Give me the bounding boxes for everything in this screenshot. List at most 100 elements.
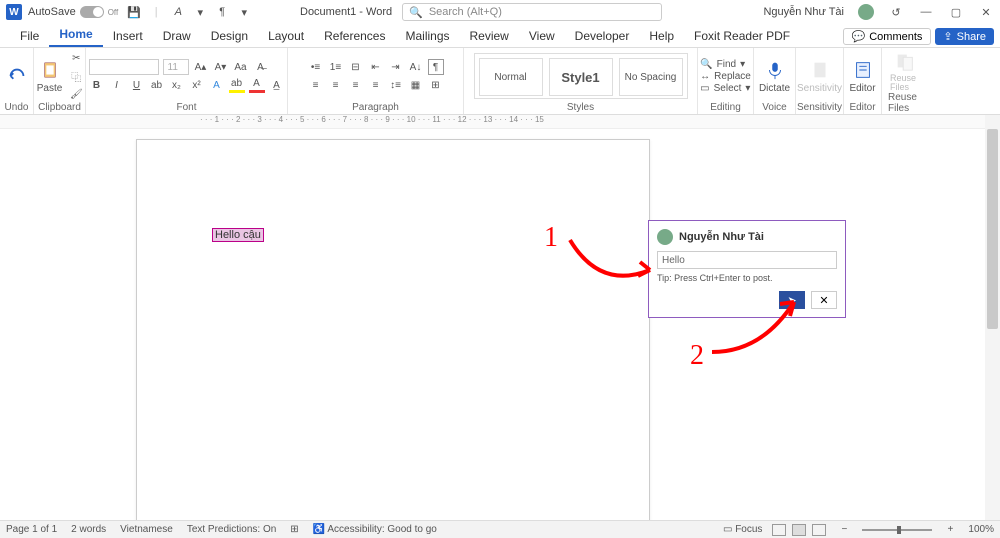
style-normal[interactable]: Normal (479, 58, 543, 96)
tab-file[interactable]: File (10, 25, 49, 47)
zoom-in-icon[interactable]: + (942, 522, 958, 538)
text-effects-icon[interactable]: A (209, 77, 225, 93)
highlighted-text[interactable]: Hello cậu (212, 228, 264, 242)
font-size-value: 11 (168, 62, 178, 73)
copy-icon[interactable]: ⿻ (68, 68, 84, 84)
status-words[interactable]: 2 words (71, 524, 106, 535)
tab-mailings[interactable]: Mailings (395, 25, 459, 47)
document-title: Document1 - Word (300, 6, 392, 18)
paragraph-qat-icon[interactable]: ¶ (214, 4, 230, 20)
increase-indent-icon[interactable]: ⇥ (388, 59, 404, 75)
grow-font-icon[interactable]: A▴ (193, 59, 209, 75)
status-display-settings-icon[interactable]: ⊞ (290, 524, 298, 535)
horizontal-ruler[interactable]: · · · 1 · · · 2 · · · 3 · · · 4 · · · 5 … (0, 115, 1000, 129)
dictate-button[interactable]: Dictate (757, 59, 792, 94)
line-spacing-icon[interactable]: ↕≡ (388, 77, 404, 93)
font-name-input[interactable] (89, 59, 159, 75)
editor-button[interactable]: Editor (847, 59, 877, 94)
maximize-icon[interactable]: ▢ (948, 4, 964, 20)
status-language[interactable]: Vietnamese (120, 524, 173, 535)
zoom-out-icon[interactable]: − (836, 522, 852, 538)
view-print-icon[interactable] (792, 524, 806, 536)
tab-design[interactable]: Design (201, 25, 258, 47)
char-border-icon[interactable]: A̲ (269, 77, 285, 93)
shrink-font-icon[interactable]: A▾ (213, 59, 229, 75)
save-icon[interactable]: 💾 (126, 4, 142, 20)
font-color-icon[interactable]: A (249, 77, 265, 93)
decrease-indent-icon[interactable]: ⇤ (368, 59, 384, 75)
tab-draw[interactable]: Draw (153, 25, 201, 47)
replace-button[interactable]: ↔Replace (700, 71, 751, 82)
numbering-icon[interactable]: 1≡ (328, 59, 344, 75)
document-page[interactable]: Hello cậu (136, 139, 650, 520)
username[interactable]: Nguyễn Như Tài (763, 6, 844, 18)
bold-icon[interactable]: B (89, 77, 105, 93)
justify-icon[interactable]: ≡ (368, 77, 384, 93)
sort-icon[interactable]: A↓ (408, 59, 424, 75)
highlight-icon[interactable]: ab (229, 77, 245, 93)
status-predictions[interactable]: Text Predictions: On (187, 524, 276, 535)
user-avatar[interactable] (858, 4, 874, 20)
superscript-icon[interactable]: x² (189, 77, 205, 93)
comment-input[interactable] (657, 251, 837, 269)
tab-developer[interactable]: Developer (565, 25, 640, 47)
find-button[interactable]: 🔍Find ▾ (700, 59, 751, 70)
tab-view[interactable]: View (519, 25, 565, 47)
clear-format-icon[interactable]: A̶ (253, 59, 269, 75)
status-page[interactable]: Page 1 of 1 (6, 524, 57, 535)
align-center-icon[interactable]: ≡ (328, 77, 344, 93)
status-accessibility[interactable]: ♿ Accessibility: Good to go (313, 524, 437, 535)
tab-home[interactable]: Home (49, 23, 102, 47)
align-right-icon[interactable]: ≡ (348, 77, 364, 93)
cancel-comment-button[interactable]: ✕ (811, 291, 837, 309)
style-nospacing[interactable]: No Spacing (619, 58, 683, 96)
focus-mode-button[interactable]: ▭ Focus (723, 524, 762, 535)
tab-help[interactable]: Help (639, 25, 684, 47)
font-qat-icon[interactable]: A (170, 4, 186, 20)
reuse-files-button[interactable]: Reuse Files (888, 50, 922, 92)
style1-label: Style1 (561, 70, 599, 85)
tab-review[interactable]: Review (460, 25, 519, 47)
italic-icon[interactable]: I (109, 77, 125, 93)
minimize-icon[interactable]: — (918, 4, 934, 20)
format-painter-icon[interactable]: 🖌 (68, 86, 84, 102)
autosave-toggle[interactable] (80, 6, 104, 18)
shading-icon[interactable]: ▦ (408, 77, 424, 93)
multilevel-icon[interactable]: ⊟ (348, 59, 364, 75)
show-marks-icon[interactable]: ¶ (428, 59, 444, 75)
align-left-icon[interactable]: ≡ (308, 77, 324, 93)
cut-icon[interactable]: ✂ (68, 50, 84, 66)
change-case-icon[interactable]: Aa (233, 59, 249, 75)
search-box[interactable]: 🔍 Search (Alt+Q) (402, 3, 662, 21)
zoom-slider[interactable] (862, 529, 932, 531)
tab-insert[interactable]: Insert (103, 25, 153, 47)
bullets-icon[interactable]: •≡ (308, 59, 324, 75)
zoom-level[interactable]: 100% (968, 524, 994, 535)
chevron-down-icon: ▾ (740, 59, 745, 70)
underline-icon[interactable]: U (129, 77, 145, 93)
borders-icon[interactable]: ⊞ (428, 77, 444, 93)
coming-soon-icon[interactable]: ↺ (888, 4, 904, 20)
strike-icon[interactable]: ab (149, 77, 165, 93)
sensitivity-label: Sensitivity (797, 83, 842, 94)
view-read-icon[interactable] (772, 524, 786, 536)
qat-customize-icon[interactable]: ▾ (236, 4, 252, 20)
undo-button[interactable] (4, 65, 30, 87)
qat-dropdown-icon[interactable]: ▾ (192, 4, 208, 20)
scrollbar-thumb[interactable] (987, 129, 998, 329)
font-size-input[interactable]: 11 (163, 59, 189, 75)
vertical-scrollbar[interactable] (985, 115, 1000, 520)
close-icon[interactable]: ✕ (978, 4, 994, 20)
select-button[interactable]: ▭Select ▾ (700, 83, 751, 94)
tab-references[interactable]: References (314, 25, 395, 47)
paste-button[interactable]: Paste (35, 59, 65, 94)
tab-layout[interactable]: Layout (258, 25, 314, 47)
view-web-icon[interactable] (812, 524, 826, 536)
comments-button[interactable]: 💬Comments (843, 28, 932, 45)
tab-foxit[interactable]: Foxit Reader PDF (684, 25, 800, 47)
sensitivity-button[interactable]: Sensitivity (795, 59, 844, 94)
post-comment-button[interactable]: ➤ (779, 291, 805, 309)
subscript-icon[interactable]: x₂ (169, 77, 185, 93)
share-button[interactable]: ⇪Share (935, 28, 994, 45)
style-style1[interactable]: Style1 (549, 58, 613, 96)
